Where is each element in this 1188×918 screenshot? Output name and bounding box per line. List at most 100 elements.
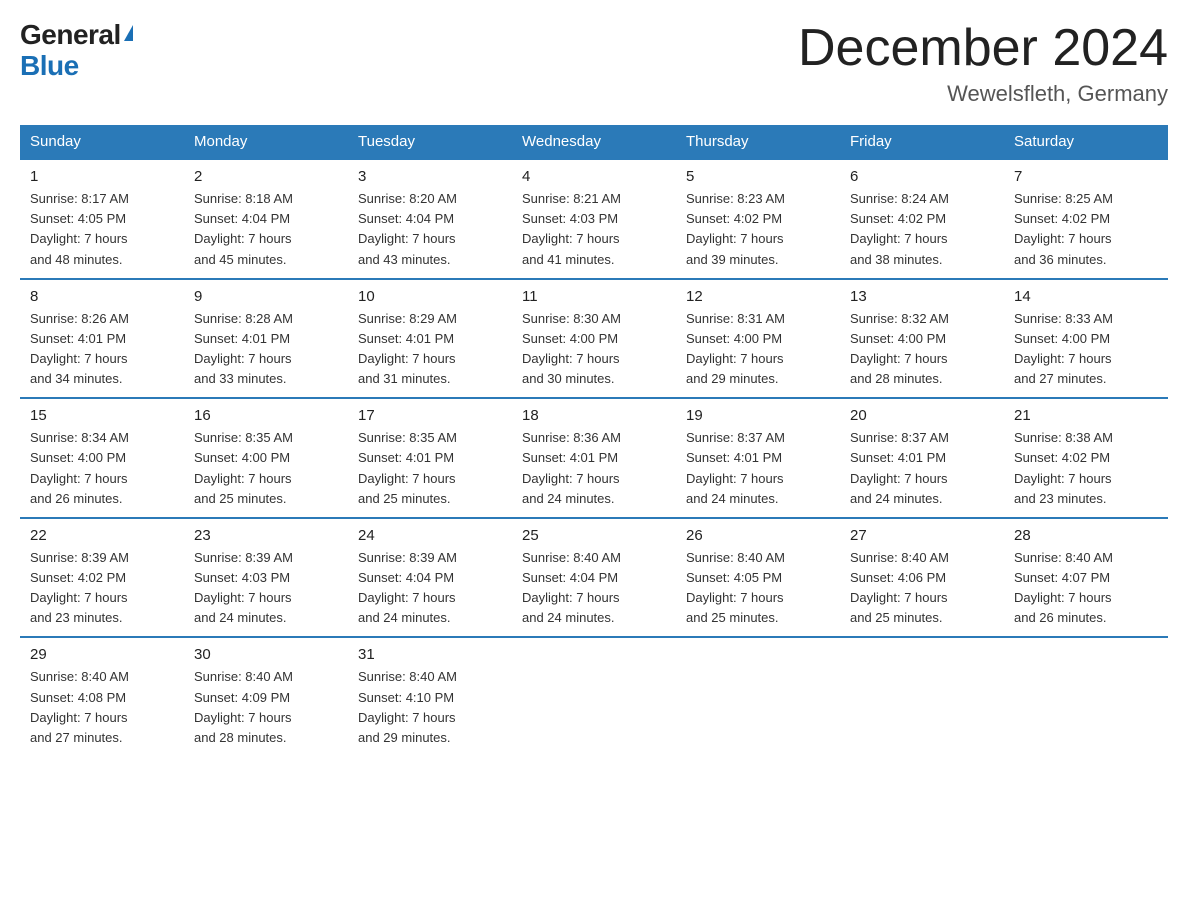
day-number: 26 bbox=[686, 527, 830, 544]
day-info: Sunrise: 8:18 AM Sunset: 4:04 PM Dayligh… bbox=[194, 189, 338, 270]
calendar-week-row: 29 Sunrise: 8:40 AM Sunset: 4:08 PM Dayli… bbox=[20, 637, 1168, 757]
calendar-cell: 31Sunrise: 8:40 AM Sunset: 4:10 PM Dayli… bbox=[348, 637, 512, 757]
day-info: Sunrise: 8:20 AM Sunset: 4:04 PM Dayligh… bbox=[358, 189, 502, 270]
calendar-cell bbox=[1004, 637, 1168, 757]
day-number: 20 bbox=[850, 407, 994, 424]
day-number: 11 bbox=[522, 288, 666, 305]
day-number: 18 bbox=[522, 407, 666, 424]
calendar-week-row: 15 Sunrise: 8:34 AM Sunset: 4:00 PM Dayli… bbox=[20, 398, 1168, 518]
day-info: Sunrise: 8:28 AM Sunset: 4:01 PM Dayligh… bbox=[194, 309, 338, 390]
calendar-cell: 9 Sunrise: 8:28 AM Sunset: 4:01 PM Daylig… bbox=[184, 279, 348, 399]
day-number: 19 bbox=[686, 407, 830, 424]
day-number: 24 bbox=[358, 527, 502, 544]
day-number: 5 bbox=[686, 168, 830, 185]
day-number: 28 bbox=[1014, 527, 1158, 544]
day-number: 2 bbox=[194, 168, 338, 185]
day-info: Sunrise: 8:40 AM Sunset: 4:07 PM Dayligh… bbox=[1014, 548, 1158, 629]
day-number: 7 bbox=[1014, 168, 1158, 185]
calendar-cell: 20 Sunrise: 8:37 AM Sunset: 4:01 PM Dayli… bbox=[840, 398, 1004, 518]
day-info: Sunrise: 8:24 AM Sunset: 4:02 PM Dayligh… bbox=[850, 189, 994, 270]
calendar-cell: 22 Sunrise: 8:39 AM Sunset: 4:02 PM Dayli… bbox=[20, 518, 184, 638]
calendar-cell: 7 Sunrise: 8:25 AM Sunset: 4:02 PM Daylig… bbox=[1004, 159, 1168, 279]
calendar-cell: 8Sunrise: 8:26 AM Sunset: 4:01 PM Daylig… bbox=[20, 279, 184, 399]
day-number: 17 bbox=[358, 407, 502, 424]
day-info: Sunrise: 8:39 AM Sunset: 4:04 PM Dayligh… bbox=[358, 548, 502, 629]
day-number: 1 bbox=[30, 168, 174, 185]
day-info: Sunrise: 8:38 AM Sunset: 4:02 PM Dayligh… bbox=[1014, 428, 1158, 509]
day-number: 3 bbox=[358, 168, 502, 185]
calendar-cell: 27 Sunrise: 8:40 AM Sunset: 4:06 PM Dayli… bbox=[840, 518, 1004, 638]
day-number: 23 bbox=[194, 527, 338, 544]
calendar-cell: 2 Sunrise: 8:18 AM Sunset: 4:04 PM Daylig… bbox=[184, 159, 348, 279]
header-wednesday: Wednesday bbox=[512, 125, 676, 159]
day-number: 29 bbox=[30, 646, 174, 663]
day-info: Sunrise: 8:35 AM Sunset: 4:00 PM Dayligh… bbox=[194, 428, 338, 509]
header-thursday: Thursday bbox=[676, 125, 840, 159]
calendar-week-row: 22 Sunrise: 8:39 AM Sunset: 4:02 PM Dayli… bbox=[20, 518, 1168, 638]
day-info: Sunrise: 8:37 AM Sunset: 4:01 PM Dayligh… bbox=[686, 428, 830, 509]
day-info: Sunrise: 8:31 AM Sunset: 4:00 PM Dayligh… bbox=[686, 309, 830, 390]
day-info: Sunrise: 8:39 AM Sunset: 4:02 PM Dayligh… bbox=[30, 548, 174, 629]
day-info: Sunrise: 8:34 AM Sunset: 4:00 PM Dayligh… bbox=[30, 428, 174, 509]
day-number: 12 bbox=[686, 288, 830, 305]
calendar-cell: 16 Sunrise: 8:35 AM Sunset: 4:00 PM Dayli… bbox=[184, 398, 348, 518]
calendar-cell: 21 Sunrise: 8:38 AM Sunset: 4:02 PM Dayli… bbox=[1004, 398, 1168, 518]
day-info: Sunrise: 8:33 AM Sunset: 4:00 PM Dayligh… bbox=[1014, 309, 1158, 390]
day-info: Sunrise: 8:35 AM Sunset: 4:01 PM Dayligh… bbox=[358, 428, 502, 509]
day-info: Sunrise: 8:25 AM Sunset: 4:02 PM Dayligh… bbox=[1014, 189, 1158, 270]
calendar-header-row: SundayMondayTuesdayWednesdayThursdayFrid… bbox=[20, 125, 1168, 159]
day-number: 22 bbox=[30, 527, 174, 544]
day-number: 4 bbox=[522, 168, 666, 185]
header-sunday: Sunday bbox=[20, 125, 184, 159]
day-number: 21 bbox=[1014, 407, 1158, 424]
day-number: 16 bbox=[194, 407, 338, 424]
day-info: Sunrise: 8:40 AM Sunset: 4:09 PM Dayligh… bbox=[194, 667, 338, 748]
day-number: 13 bbox=[850, 288, 994, 305]
calendar-cell: 18Sunrise: 8:36 AM Sunset: 4:01 PM Dayli… bbox=[512, 398, 676, 518]
day-info: Sunrise: 8:37 AM Sunset: 4:01 PM Dayligh… bbox=[850, 428, 994, 509]
day-info: Sunrise: 8:40 AM Sunset: 4:04 PM Dayligh… bbox=[522, 548, 666, 629]
calendar-cell: 11 Sunrise: 8:30 AM Sunset: 4:00 PM Dayli… bbox=[512, 279, 676, 399]
calendar-cell: 25 Sunrise: 8:40 AM Sunset: 4:04 PM Dayli… bbox=[512, 518, 676, 638]
calendar-cell: 3 Sunrise: 8:20 AM Sunset: 4:04 PM Daylig… bbox=[348, 159, 512, 279]
day-info: Sunrise: 8:30 AM Sunset: 4:00 PM Dayligh… bbox=[522, 309, 666, 390]
day-number: 25 bbox=[522, 527, 666, 544]
day-info: Sunrise: 8:40 AM Sunset: 4:05 PM Dayligh… bbox=[686, 548, 830, 629]
month-title: December 2024 bbox=[798, 20, 1168, 77]
page-header: General Blue December 2024 Wewelsfleth, … bbox=[20, 20, 1168, 107]
day-info: Sunrise: 8:40 AM Sunset: 4:06 PM Dayligh… bbox=[850, 548, 994, 629]
calendar-cell: 30Sunrise: 8:40 AM Sunset: 4:09 PM Dayli… bbox=[184, 637, 348, 757]
calendar-cell: 28 Sunrise: 8:40 AM Sunset: 4:07 PM Dayli… bbox=[1004, 518, 1168, 638]
day-info: Sunrise: 8:17 AM Sunset: 4:05 PM Dayligh… bbox=[30, 189, 174, 270]
calendar-cell: 15 Sunrise: 8:34 AM Sunset: 4:00 PM Dayli… bbox=[20, 398, 184, 518]
logo-blue-text: Blue bbox=[20, 51, 133, 82]
logo-general-text: General bbox=[20, 20, 121, 51]
calendar-week-row: 1 Sunrise: 8:17 AM Sunset: 4:05 PM Daylig… bbox=[20, 159, 1168, 279]
header-friday: Friday bbox=[840, 125, 1004, 159]
calendar-cell: 5 Sunrise: 8:23 AM Sunset: 4:02 PM Daylig… bbox=[676, 159, 840, 279]
calendar-cell: 29 Sunrise: 8:40 AM Sunset: 4:08 PM Dayli… bbox=[20, 637, 184, 757]
day-info: Sunrise: 8:40 AM Sunset: 4:08 PM Dayligh… bbox=[30, 667, 174, 748]
day-number: 27 bbox=[850, 527, 994, 544]
calendar-cell: 19 Sunrise: 8:37 AM Sunset: 4:01 PM Dayli… bbox=[676, 398, 840, 518]
day-info: Sunrise: 8:29 AM Sunset: 4:01 PM Dayligh… bbox=[358, 309, 502, 390]
calendar-cell: 12 Sunrise: 8:31 AM Sunset: 4:00 PM Dayli… bbox=[676, 279, 840, 399]
calendar-cell: 26 Sunrise: 8:40 AM Sunset: 4:05 PM Dayli… bbox=[676, 518, 840, 638]
header-monday: Monday bbox=[184, 125, 348, 159]
day-info: Sunrise: 8:21 AM Sunset: 4:03 PM Dayligh… bbox=[522, 189, 666, 270]
day-number: 15 bbox=[30, 407, 174, 424]
calendar-cell bbox=[512, 637, 676, 757]
day-info: Sunrise: 8:26 AM Sunset: 4:01 PM Dayligh… bbox=[30, 309, 174, 390]
calendar-cell bbox=[676, 637, 840, 757]
day-number: 14 bbox=[1014, 288, 1158, 305]
calendar-cell: 14 Sunrise: 8:33 AM Sunset: 4:00 PM Dayli… bbox=[1004, 279, 1168, 399]
day-number: 9 bbox=[194, 288, 338, 305]
logo-triangle-icon bbox=[124, 25, 133, 41]
header-saturday: Saturday bbox=[1004, 125, 1168, 159]
calendar-cell bbox=[840, 637, 1004, 757]
calendar-cell: 1 Sunrise: 8:17 AM Sunset: 4:05 PM Daylig… bbox=[20, 159, 184, 279]
day-info: Sunrise: 8:40 AM Sunset: 4:10 PM Dayligh… bbox=[358, 667, 502, 748]
day-number: 6 bbox=[850, 168, 994, 185]
calendar-cell: 24 Sunrise: 8:39 AM Sunset: 4:04 PM Dayli… bbox=[348, 518, 512, 638]
day-info: Sunrise: 8:23 AM Sunset: 4:02 PM Dayligh… bbox=[686, 189, 830, 270]
